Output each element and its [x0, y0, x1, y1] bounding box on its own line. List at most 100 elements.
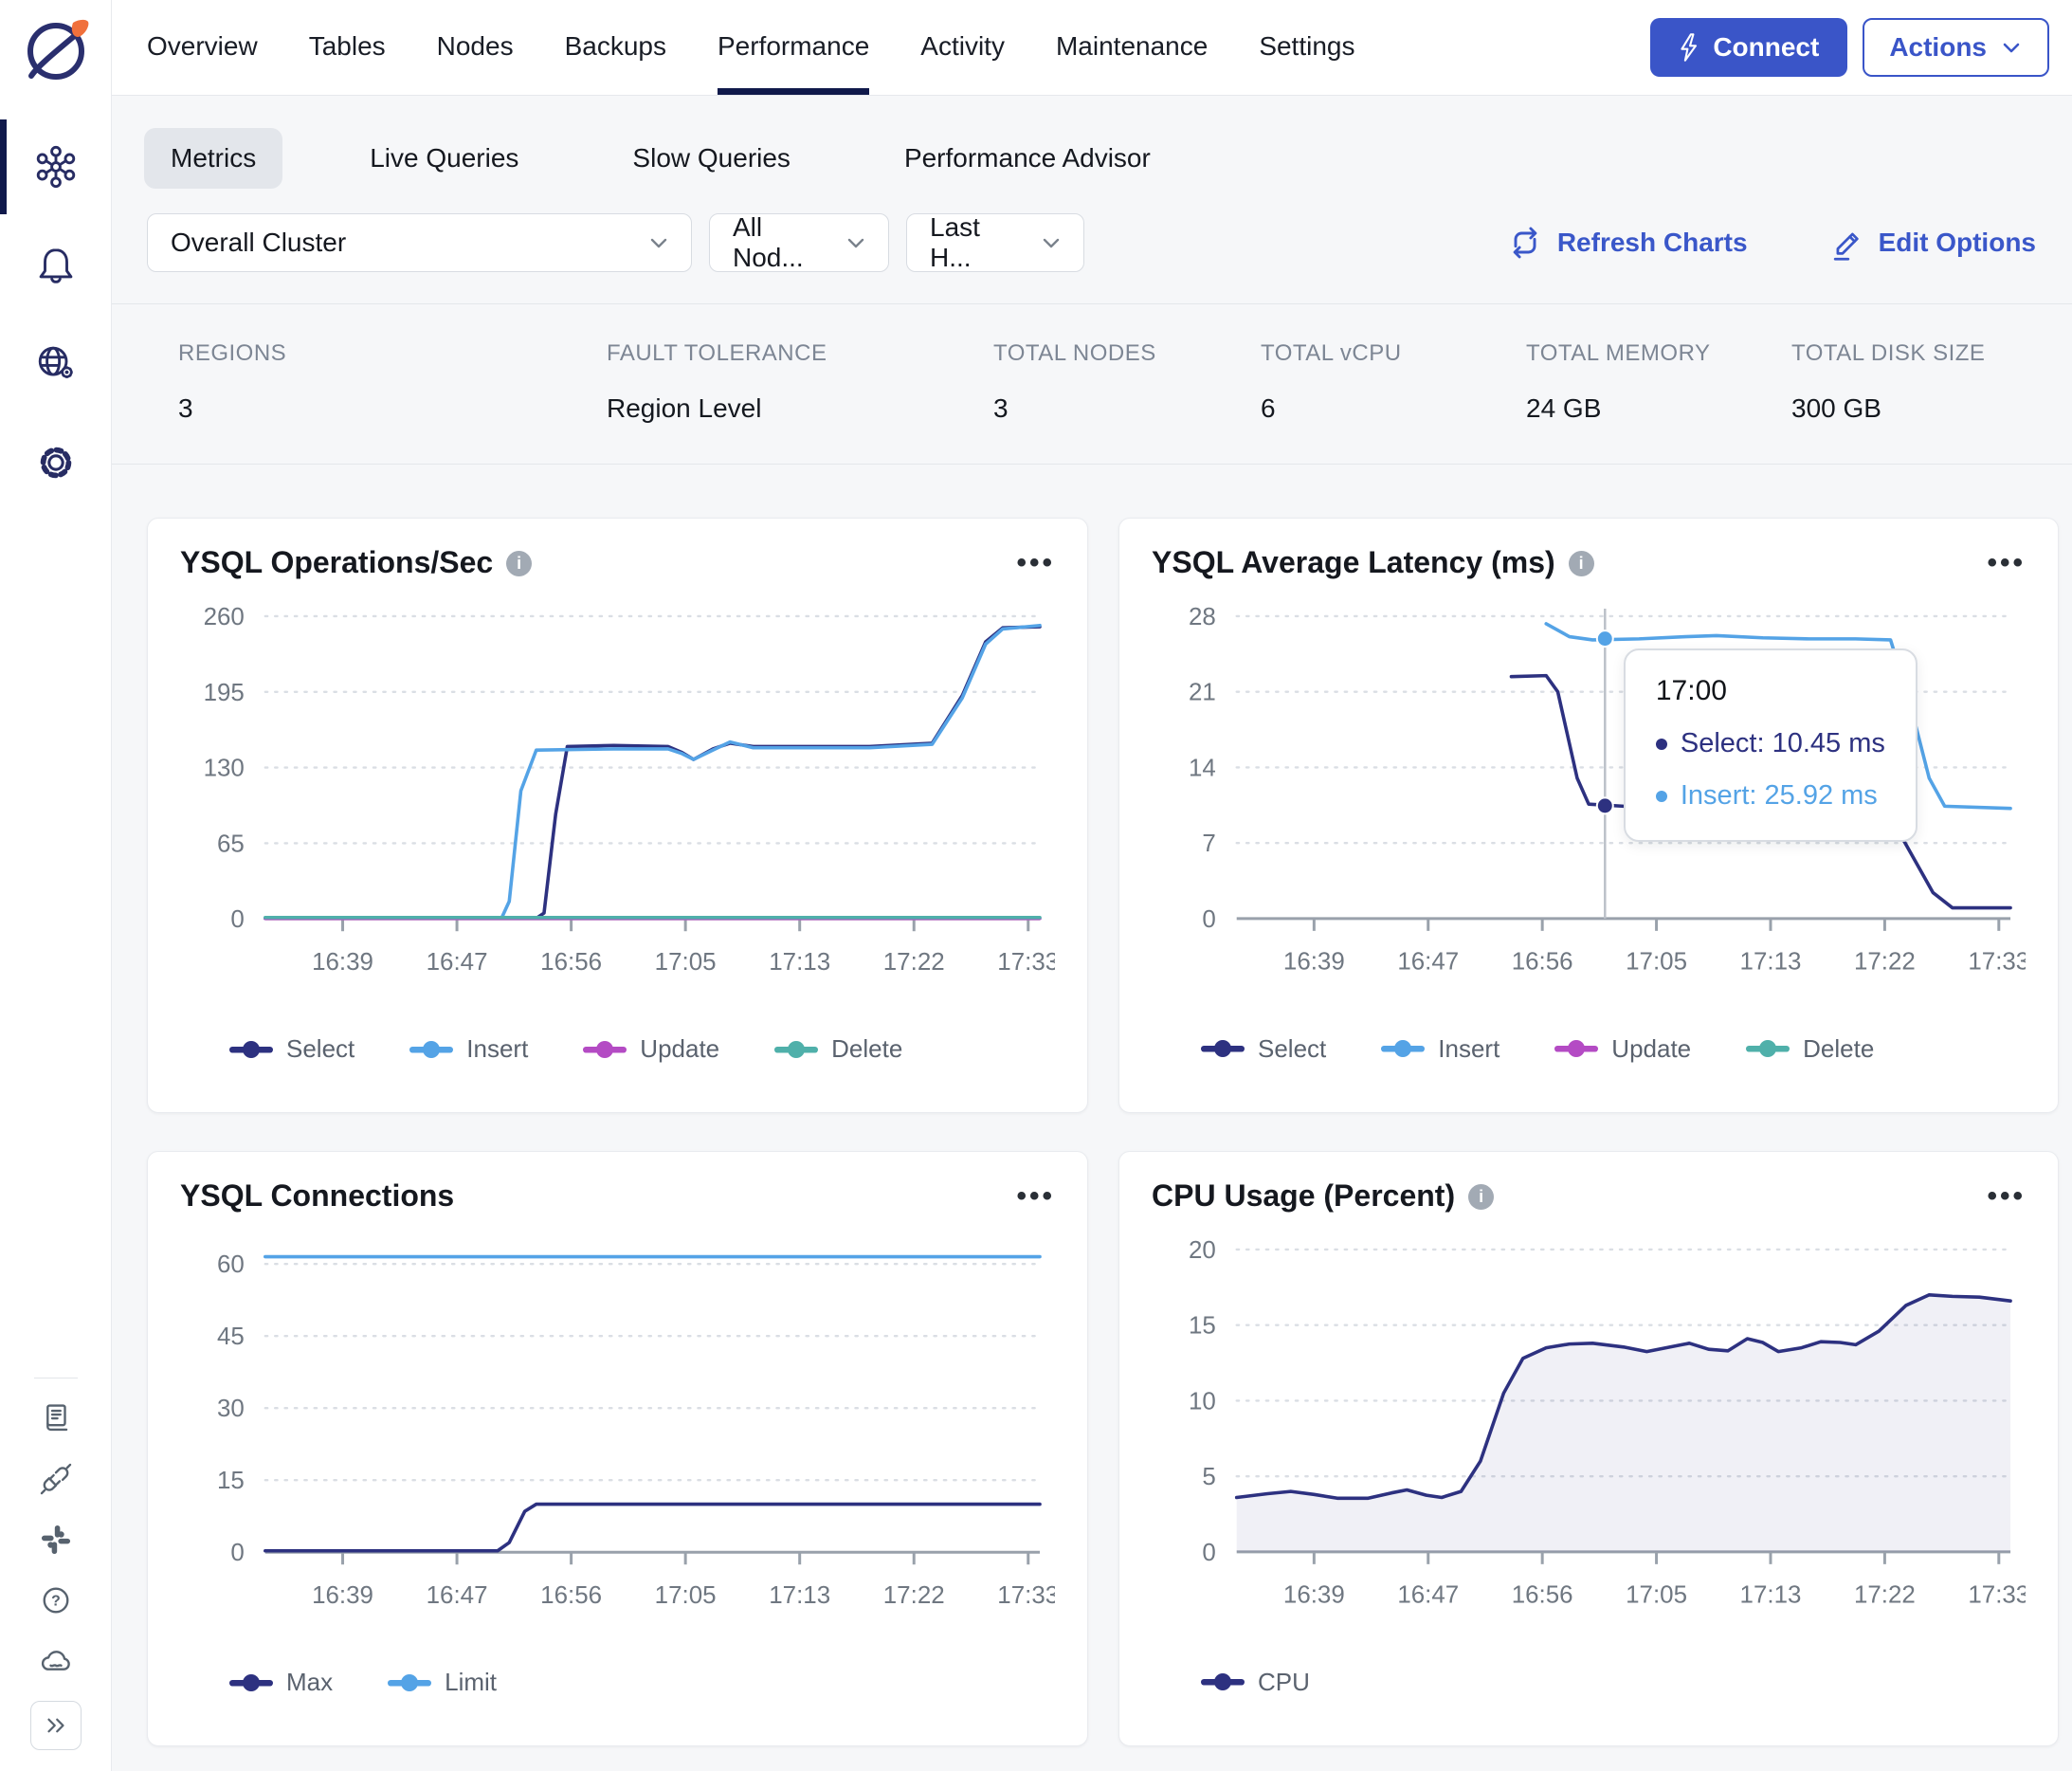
tab-backups[interactable]: Backups	[565, 0, 666, 95]
svg-text:260: 260	[204, 604, 245, 630]
sidebar-item-status[interactable]	[0, 1631, 112, 1691]
stat-regions: REGIONS 3	[178, 340, 287, 423]
connect-button[interactable]: Connect	[1650, 18, 1848, 77]
tab-nodes[interactable]: Nodes	[437, 0, 514, 95]
svg-text:16:47: 16:47	[427, 949, 488, 976]
chart-card-ysql-connections: YSQL Connections ••• 0 15 30 45 60 16:39 16:47…	[147, 1151, 1088, 1746]
actions-button[interactable]: Actions	[1863, 18, 2049, 77]
svg-text:17:05: 17:05	[655, 949, 717, 976]
svg-text:17:13: 17:13	[769, 949, 830, 976]
tab-maintenance[interactable]: Maintenance	[1056, 0, 1208, 95]
cluster-tab-bar: Overview Tables Nodes Backups Performanc…	[112, 0, 2072, 96]
left-sidebar: ?	[0, 0, 112, 1771]
chevrons-right-icon	[46, 1718, 64, 1733]
chart-menu-button[interactable]: •••	[1987, 1181, 2026, 1211]
svg-text:17:13: 17:13	[1740, 1582, 1802, 1609]
tab-overview[interactable]: Overview	[147, 0, 258, 95]
cluster-select[interactable]: Overall Cluster	[147, 213, 692, 272]
stat-total-disk: TOTAL DISK SIZE 300 GB	[1791, 340, 1986, 423]
sidebar-item-slack[interactable]	[0, 1509, 112, 1570]
chevron-down-icon	[847, 238, 864, 248]
chart-legend: CPU	[1152, 1668, 2026, 1697]
sidebar-item-docs[interactable]	[0, 1388, 112, 1449]
ysql-connections-chart: 0 15 30 45 60 16:39 16:47 16:56 17:05 17:13 17:22 1…	[217, 1251, 1055, 1609]
sidebar-item-alerts[interactable]	[0, 216, 112, 315]
tooltip-entry: Insert: 25.92 ms	[1655, 780, 1885, 812]
legend-item: Update	[583, 1034, 719, 1064]
tooltip-entry: Select: 10.45 ms	[1655, 728, 1885, 759]
info-icon[interactable]	[1468, 1184, 1495, 1210]
chevron-down-icon	[1043, 238, 1060, 248]
tab-settings[interactable]: Settings	[1259, 0, 1354, 95]
edit-options-button[interactable]: Edit Options	[1827, 224, 2036, 262]
svg-text:195: 195	[204, 680, 245, 706]
chart-tooltip: 17:00 Select: 10.45 ms Insert: 25.92 ms	[1623, 648, 1918, 843]
globe-gear-icon	[38, 346, 73, 378]
svg-text:0: 0	[230, 906, 244, 933]
legend-item: Limit	[388, 1668, 497, 1697]
legend-label: Delete	[831, 1034, 903, 1064]
nodes-select[interactable]: All Nod...	[709, 212, 889, 272]
legend-item: Update	[1554, 1034, 1691, 1064]
chart-menu-button[interactable]: •••	[1016, 1181, 1055, 1211]
tooltip-time: 17:00	[1655, 675, 1727, 707]
chart-title: YSQL Average Latency (ms)	[1152, 545, 1555, 579]
info-icon[interactable]	[506, 551, 533, 576]
legend-label: Select	[286, 1034, 355, 1064]
legend-item: CPU	[1201, 1668, 1310, 1697]
svg-text:17:33: 17:33	[997, 1582, 1055, 1609]
help-icon: ?	[43, 1587, 68, 1614]
chart-legend: Select Insert Update Delete	[180, 1034, 1055, 1064]
legend-marker-icon	[1554, 1040, 1599, 1058]
time-range-select[interactable]: Last H...	[906, 212, 1084, 272]
tab-activity[interactable]: Activity	[920, 0, 1005, 95]
sidebar-item-network[interactable]	[0, 315, 112, 413]
ysql-operations-chart: 0 65 130 195 260 16:39 16:47 16:56 17:05 17:13 17:…	[204, 604, 1055, 976]
app-logo[interactable]	[20, 13, 92, 85]
refresh-charts-button[interactable]: Refresh Charts	[1506, 224, 1748, 262]
legend-label: CPU	[1258, 1667, 1310, 1696]
chart-menu-button[interactable]: •••	[1987, 548, 2026, 577]
svg-text:130: 130	[204, 756, 245, 782]
svg-text:17:05: 17:05	[655, 1582, 717, 1609]
subtab-metrics[interactable]: Metrics	[144, 128, 283, 189]
sidebar-item-integrations[interactable]	[0, 1449, 112, 1509]
svg-text:17:33: 17:33	[1968, 949, 2026, 976]
svg-text:17:05: 17:05	[1626, 1582, 1687, 1609]
svg-text:16:47: 16:47	[1397, 949, 1459, 976]
tab-performance[interactable]: Performance	[717, 0, 870, 95]
legend-item: Max	[229, 1668, 333, 1697]
legend-item: Select	[229, 1034, 354, 1064]
bell-icon	[39, 248, 72, 283]
subtab-live-queries[interactable]: Live Queries	[343, 128, 545, 189]
subtab-performance-advisor[interactable]: Performance Advisor	[878, 128, 1177, 189]
svg-text:21: 21	[1189, 680, 1216, 706]
svg-text:15: 15	[217, 1468, 245, 1494]
subtab-slow-queries[interactable]: Slow Queries	[606, 128, 817, 189]
lightning-icon	[1681, 33, 1698, 62]
svg-text:28: 28	[1189, 604, 1216, 630]
performance-subtabs: Metrics Live Queries Slow Queries Perfor…	[144, 128, 2072, 189]
sidebar-item-settings[interactable]	[0, 413, 112, 512]
stat-total-vcpu: TOTAL vCPU 6	[1261, 340, 1402, 423]
svg-text:5: 5	[1202, 1464, 1215, 1490]
stat-total-nodes: TOTAL NODES 3	[993, 340, 1156, 423]
slack-icon	[41, 1525, 70, 1555]
svg-text:0: 0	[230, 1540, 244, 1566]
svg-text:0: 0	[1202, 906, 1215, 933]
chart-title: YSQL Operations/Sec	[180, 545, 494, 579]
legend-marker-icon	[1201, 1040, 1245, 1058]
sidebar-item-help[interactable]: ?	[0, 1570, 112, 1631]
sidebar-item-clusters[interactable]	[0, 118, 112, 216]
chart-menu-button[interactable]: •••	[1016, 548, 1055, 577]
legend-marker-icon	[1746, 1040, 1790, 1058]
sidebar-expand-button[interactable]	[29, 1701, 82, 1750]
chart-title: YSQL Connections	[180, 1178, 455, 1213]
legend-item: Insert	[1381, 1034, 1499, 1064]
legend-label: Update	[1611, 1033, 1692, 1063]
legend-label: Insert	[1438, 1033, 1500, 1063]
info-icon[interactable]	[1568, 551, 1594, 576]
gear-icon	[40, 447, 71, 479]
svg-text:16:56: 16:56	[540, 949, 602, 976]
tab-tables[interactable]: Tables	[309, 0, 386, 95]
